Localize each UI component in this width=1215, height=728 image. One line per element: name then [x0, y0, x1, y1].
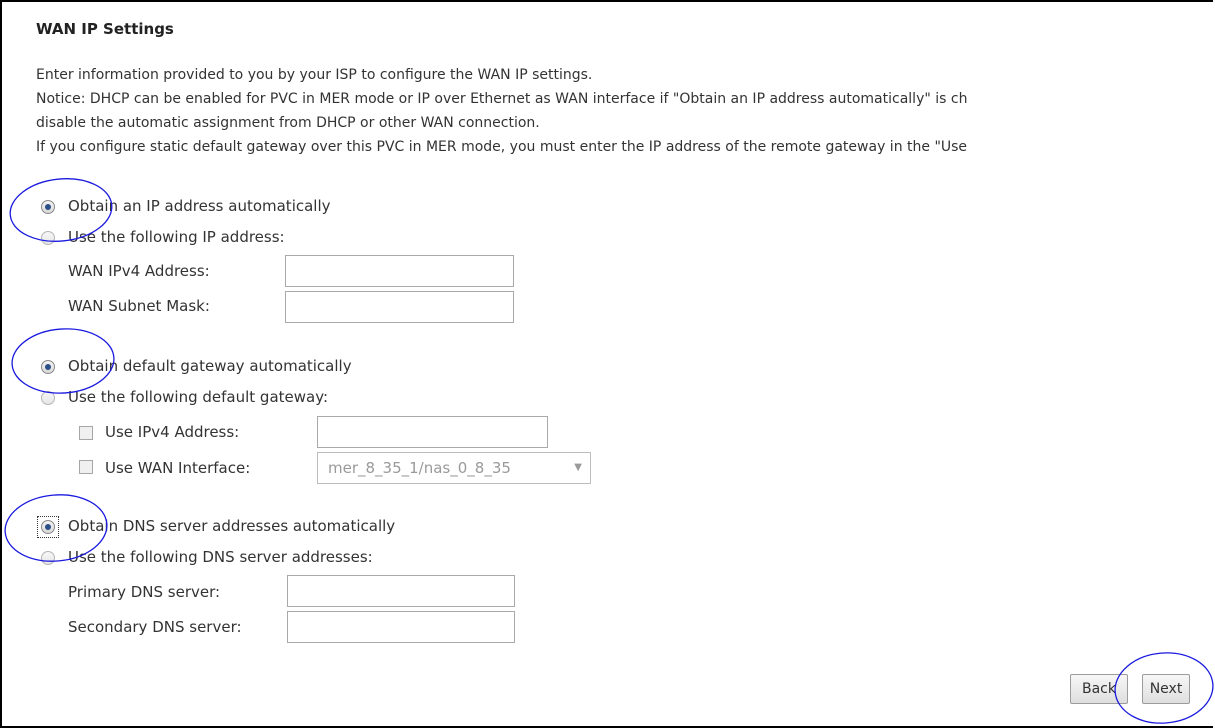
gateway-manual-label[interactable]: Use the following default gateway:: [68, 388, 328, 406]
primary-dns-input[interactable]: [287, 575, 515, 607]
wan-subnet-mask-label: WAN Subnet Mask:: [68, 297, 210, 315]
ip-auto-label[interactable]: Obtain an IP address automatically: [68, 197, 331, 215]
ip-manual-label[interactable]: Use the following IP address:: [68, 228, 285, 246]
secondary-dns-label: Secondary DNS server:: [68, 618, 242, 636]
gateway-auto-label[interactable]: Obtain default gateway automatically: [68, 357, 352, 375]
secondary-dns-input[interactable]: [287, 611, 515, 643]
use-wan-interface-label: Use WAN Interface:: [105, 459, 251, 477]
gateway-manual-radio[interactable]: [41, 391, 55, 405]
description-line-3: disable the automatic assignment from DH…: [36, 115, 540, 131]
wan-ipv4-input[interactable]: [285, 255, 514, 287]
wan-ipv4-label: WAN IPv4 Address:: [68, 262, 210, 280]
dns-auto-radio[interactable]: [41, 520, 55, 534]
use-ipv4-checkbox[interactable]: [79, 426, 93, 440]
dns-manual-radio[interactable]: [41, 551, 55, 565]
ip-manual-radio[interactable]: [41, 231, 55, 245]
use-ipv4-input[interactable]: [317, 416, 548, 448]
dns-auto-label[interactable]: Obtain DNS server addresses automaticall…: [68, 517, 395, 535]
ip-auto-radio[interactable]: [41, 200, 55, 214]
gateway-auto-radio[interactable]: [41, 360, 55, 374]
page-title: WAN IP Settings: [36, 20, 174, 38]
next-button[interactable]: Next: [1142, 674, 1190, 704]
description-line-1: Enter information provided to you by you…: [36, 67, 593, 83]
wan-interface-selected-value: mer_8_35_1/nas_0_8_35: [328, 459, 511, 477]
use-ipv4-label: Use IPv4 Address:: [105, 423, 240, 441]
wan-subnet-mask-input[interactable]: [285, 291, 514, 323]
chevron-down-icon: ▼: [574, 462, 582, 473]
back-button[interactable]: Back: [1070, 674, 1128, 704]
description-line-4: If you configure static default gateway …: [36, 139, 968, 155]
wan-interface-select[interactable]: mer_8_35_1/nas_0_8_35 ▼: [317, 452, 591, 484]
description-line-2: Notice: DHCP can be enabled for PVC in M…: [36, 91, 968, 107]
primary-dns-label: Primary DNS server:: [68, 583, 221, 601]
use-wan-interface-checkbox[interactable]: [79, 460, 93, 474]
dns-manual-label[interactable]: Use the following DNS server addresses:: [68, 548, 373, 566]
